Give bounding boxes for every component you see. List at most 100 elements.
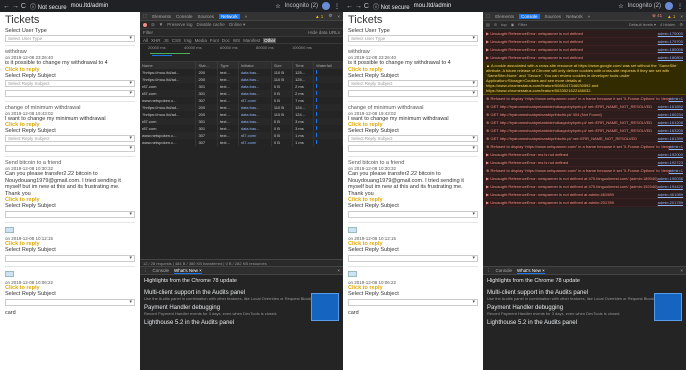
cell-initiator[interactable]: data:bas... xyxy=(238,90,272,97)
filter-ws[interactable]: WS xyxy=(233,38,240,43)
tab-sources[interactable]: Sources xyxy=(545,14,562,19)
reply-select[interactable] xyxy=(348,211,478,218)
tab-console[interactable]: Console xyxy=(519,13,540,19)
console-error[interactable]: ▶ Uncaught ReferenceError: netspanner is… xyxy=(483,183,686,191)
col-time[interactable]: Time xyxy=(292,62,315,69)
console-source-link[interactable]: admin:180008 xyxy=(658,47,683,52)
console-source-link[interactable]: admin:160234 xyxy=(658,112,683,117)
cell-initiator[interactable]: r87.com/ xyxy=(238,97,272,104)
tab-network[interactable]: Network xyxy=(566,14,583,19)
filter-js[interactable]: JS xyxy=(164,38,169,43)
console-error[interactable]: ▶ Uncaught ReferenceError: netspanner is… xyxy=(483,46,686,54)
video-thumbnail[interactable] xyxy=(654,293,682,321)
reply-subject-select[interactable]: Select Reply Subject xyxy=(348,79,478,87)
table-row[interactable]: ?hrtips://mou.ltd/ad... 200 text... data:ba… xyxy=(140,69,343,76)
reply-select[interactable] xyxy=(348,255,478,262)
drawer-close-icon[interactable]: × xyxy=(680,268,683,273)
console-source-link[interactable]: admin:1 xyxy=(669,168,683,173)
console-source-link[interactable]: admin:1 xyxy=(669,96,683,101)
reply-select[interactable] xyxy=(5,145,135,152)
drawer-tab-console[interactable]: Console xyxy=(153,268,170,273)
tab-sources[interactable]: Sources xyxy=(198,14,215,19)
avatar[interactable] xyxy=(665,2,673,10)
cell-initiator[interactable]: data:bas... xyxy=(238,104,272,111)
table-row[interactable]: r87.com 301 text... data:bas... 0 B3 ms xyxy=(140,118,343,125)
console-error[interactable]: ⊗ Refused to display 'https://www.netspa… xyxy=(483,167,686,175)
disable-cache-checkbox[interactable]: Disable cache xyxy=(197,22,225,27)
address-bar[interactable]: mou.ltd/admin xyxy=(71,3,109,9)
filter-font[interactable]: Font xyxy=(210,38,219,43)
table-row[interactable]: ?hrtips://mou.ltd/ad... 200 text... data:ba… xyxy=(140,104,343,111)
menu-icon[interactable]: ⋮ xyxy=(334,3,340,10)
close-icon[interactable]: × xyxy=(337,14,340,19)
reply-select[interactable] xyxy=(5,89,135,97)
eye-icon[interactable]: ◉ xyxy=(511,22,515,27)
close-icon[interactable]: × xyxy=(680,14,683,19)
tab-more[interactable]: » xyxy=(245,14,248,19)
user-type-select[interactable]: Select User Type xyxy=(5,35,135,42)
table-row[interactable]: www.netspoken.c... 307 text... r87.com/0 B1… xyxy=(140,132,343,139)
console-source-link[interactable]: admin:201789 xyxy=(658,200,683,205)
cell-initiator[interactable]: r87.com/ xyxy=(238,132,272,139)
whats-new-item[interactable]: Payment Handler debugging Record Payment… xyxy=(487,305,682,316)
filter-doc[interactable]: Doc xyxy=(222,38,230,43)
table-row[interactable]: r87.com 301 text... data:bas... 0 B2 ms xyxy=(140,83,343,90)
avatar[interactable] xyxy=(322,2,330,10)
console-error[interactable]: ⊗ GET http://hydromeshcalqmlxzwbiprihbch… xyxy=(483,135,686,143)
col-waterfall[interactable]: Waterfall xyxy=(313,62,343,69)
cell-initiator[interactable]: data:bas... xyxy=(238,118,272,125)
console-output[interactable]: ▶ Uncaught ReferenceError: netspanner is… xyxy=(483,30,686,258)
tab-more[interactable]: » xyxy=(588,14,591,19)
context-select[interactable]: top xyxy=(501,22,507,27)
cell-initiator[interactable]: r87.com/ xyxy=(238,139,272,146)
filter-input[interactable]: Filter xyxy=(143,30,153,35)
default-levels-select[interactable]: Default levels ▾ xyxy=(629,22,656,27)
whats-new-item[interactable]: Payment Handler debugging Record Payment… xyxy=(144,305,339,316)
tab-elements[interactable]: Elements xyxy=(152,14,171,19)
console-error[interactable]: ▶ Uncaught ReferenceError: netspanner is… xyxy=(483,54,686,62)
table-row[interactable]: ?hrtips://mou.ltd/ad... 200 text... data:ba… xyxy=(140,111,343,118)
reply-subject-select[interactable]: Select Reply Subject xyxy=(5,135,135,142)
cell-initiator[interactable]: data:bas... xyxy=(238,111,272,118)
console-source-link[interactable]: admin:163205 xyxy=(658,128,683,133)
security-indicator[interactable]: ⓘ Not secure xyxy=(373,2,410,11)
console-error[interactable]: ▶ Uncaught ReferenceError: netspanner is… xyxy=(483,175,686,183)
reply-subject-select[interactable]: Select Reply Subject xyxy=(348,135,478,142)
drawer-tab-whats-new[interactable]: What's New × xyxy=(517,268,545,274)
cell-initiator[interactable]: data:bas... xyxy=(238,69,272,76)
console-source-link[interactable]: admin:190036 xyxy=(658,176,683,181)
tab-elements[interactable]: Elements xyxy=(495,14,514,19)
console-source-link[interactable]: admin:194420 xyxy=(658,184,683,189)
star-icon[interactable]: ☆ xyxy=(618,3,623,10)
console-error[interactable]: ▶ Uncaught ReferenceError: ms is not def… xyxy=(483,159,686,167)
table-row[interactable]: ?hrtips://mou.ltd/ad... 200 text... data:ba… xyxy=(140,76,343,83)
console-error[interactable]: ▶ Uncaught ReferenceError: netspanner is… xyxy=(483,199,686,207)
console-source-link[interactable]: admin:180804 xyxy=(658,55,683,60)
console-error[interactable]: ▶ Uncaught ReferenceError: netspanner is… xyxy=(483,38,686,46)
console-source-link[interactable]: admin:461989 xyxy=(658,192,683,197)
whats-new-item[interactable]: Lighthouse 5.2 in the Audits panel xyxy=(487,320,682,326)
console-source-link[interactable]: admin:161399 xyxy=(658,136,683,141)
filter-media[interactable]: Media xyxy=(195,38,207,43)
reply-select[interactable] xyxy=(348,89,478,97)
console-error[interactable]: ⊗ Refused to display 'https://www.netspa… xyxy=(483,95,686,103)
tab-network[interactable]: Network xyxy=(219,13,240,19)
console-error[interactable]: ⊗ GET http://hydromeshcalqmlxzwbiprihbch… xyxy=(483,111,686,119)
console-error[interactable]: ▶ Uncaught ReferenceError: netspanner is… xyxy=(483,30,686,38)
console-source-link[interactable]: admin:1 xyxy=(669,144,683,149)
console-source-link[interactable]: admin:170000 xyxy=(658,31,683,36)
whats-new-item[interactable]: Multi-client support in the Audits panel… xyxy=(487,290,682,301)
col-type[interactable]: Type xyxy=(217,62,239,69)
clear-console-icon[interactable]: ⊘ xyxy=(494,22,497,27)
settings-gear-icon[interactable]: ⚙ xyxy=(328,13,332,19)
settings-gear-icon[interactable]: ⚙ xyxy=(679,22,683,27)
drawer-menu-icon[interactable]: ⋮ xyxy=(486,268,491,274)
console-source-link[interactable]: admin:192723 xyxy=(658,160,683,165)
filter-icon[interactable]: ▼ xyxy=(159,22,163,27)
reply-select[interactable] xyxy=(348,145,478,152)
menu-icon[interactable]: ⋮ xyxy=(677,3,683,10)
console-error[interactable]: ▶ Uncaught ReferenceError: netspanner is… xyxy=(483,191,686,199)
console-warning[interactable]: ▲ A cookie associated with a cross-site … xyxy=(483,62,686,95)
console-error[interactable]: ▶ Uncaught ReferenceError: ms is not def… xyxy=(483,151,686,159)
drawer-tab-whats-new[interactable]: What's New × xyxy=(174,268,202,274)
